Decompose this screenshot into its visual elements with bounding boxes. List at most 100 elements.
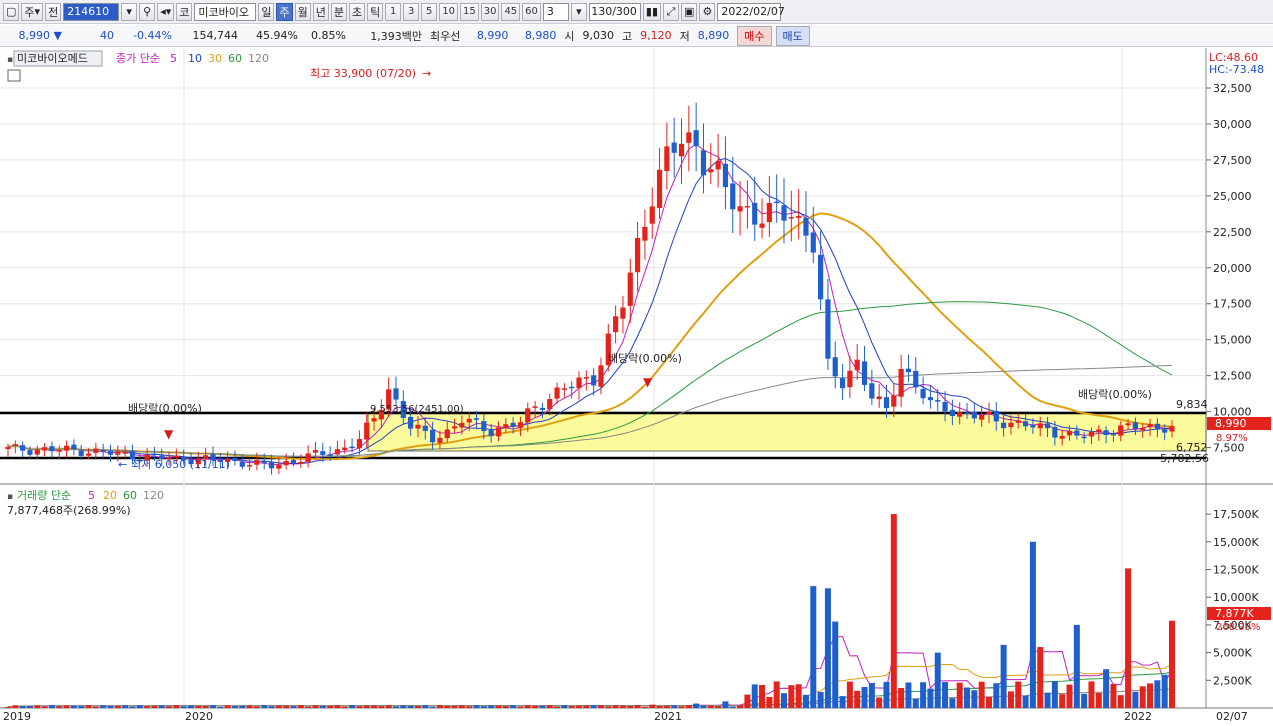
candle-body [583,377,589,379]
speaker-icon[interactable]: ◂▾ [157,2,175,21]
dividend-marker-1: ▼ [164,427,174,441]
interval-select[interactable]: 3 [542,2,569,21]
volume-ratio: 45.94% [256,29,298,42]
panel-menu-icon[interactable]: ▪ [7,55,13,65]
volume-bar [532,705,539,708]
ma10-legend: 10 [188,52,202,65]
candle-body [49,446,55,452]
interval-dropdown-icon[interactable]: ▾ [570,2,587,21]
candle-body [913,370,919,388]
dividend-marker-2: ▼ [643,375,653,389]
candle-body [34,449,40,455]
interval-15[interactable]: 15 [459,2,479,21]
volume-bar [766,696,773,708]
candle-body [942,402,948,412]
buy-button[interactable]: 매수 [737,25,772,46]
candle-body [78,450,84,456]
volume-bar [78,706,85,708]
period-tick[interactable]: 틱 [367,2,384,21]
candle-body [63,445,70,451]
volume-tick-label: 17,500K [1213,508,1259,521]
code-input[interactable]: 214610 [63,2,120,21]
high-annotation: 최고 33,900 (07/20) [310,67,416,80]
volume-bar [502,706,509,708]
code-dropdown-icon[interactable]: ▾ [121,2,138,21]
candle-body [356,439,362,449]
sell-button[interactable]: 매도 [775,25,810,46]
candle-body [56,450,62,452]
period-second[interactable]: 초 [348,2,366,21]
period-day[interactable]: 일 [258,2,275,21]
candle-body [495,427,502,437]
period-year[interactable]: 년 [312,2,329,21]
ma30-legend: 30 [208,52,222,65]
volume-bar [722,701,729,708]
candle-body [246,465,253,467]
candle-body [847,370,853,388]
candle-body [854,359,860,371]
volume-current-value: 7,877,468주(268.99%) [7,504,131,517]
period-month[interactable]: 월 [294,2,311,21]
candle-body [832,357,838,377]
volume-bar [268,706,275,708]
volume-bar [48,705,55,708]
candle-settings-icon[interactable]: ▮▮ [642,2,662,21]
current-price: 8,990 ▼ [0,29,66,42]
candle-body [151,453,158,456]
market-select[interactable]: 주 ▾ [21,2,44,21]
stock-chart[interactable]: ▪ 미코바이오메드 종가 단순 5 10 30 60 120 LC:48.60 … [0,48,1273,726]
volume-bar [385,705,392,708]
low-label: 저 [679,29,690,43]
interval-30[interactable]: 30 [480,2,500,21]
volume-bar [473,705,480,708]
table-icon[interactable] [7,69,21,82]
volume-bar [649,704,656,708]
interval-1[interactable]: 1 [385,2,402,21]
gear-icon[interactable]: ⚙ [699,2,716,21]
candle-body [100,449,106,452]
interval-60[interactable]: 60 [522,2,541,21]
candle-body [766,203,772,223]
volume-bar [985,696,992,708]
item-button[interactable]: 코 [176,2,193,21]
candle-body [1103,430,1109,436]
vma120-legend: 120 [143,489,164,502]
date-field[interactable]: 2022/02/07 [717,2,785,21]
save-icon[interactable]: ▣ [681,2,698,21]
interval-3[interactable]: 3 [403,2,420,21]
volume-bar [136,705,143,708]
candle-body [459,422,465,428]
period-minute[interactable]: 분 [330,2,347,21]
volume-bar [802,694,809,708]
candle-body [42,447,48,451]
mode-select[interactable]: 전 [45,2,62,21]
candle-body [261,460,267,463]
volume-bar [737,705,744,708]
volume-bar [700,705,707,708]
volume-bar [956,682,963,708]
interval-5[interactable]: 5 [421,2,438,21]
window-icon[interactable]: ▢ [3,2,20,21]
crosshair-icon[interactable]: ⤢ [663,2,680,21]
candle-body [1001,422,1007,429]
price-tick-label: 20,000 [1213,262,1252,275]
search-icon[interactable]: ⚲ [139,2,156,21]
period-week[interactable]: 주 [276,2,293,21]
ma120-legend: 120 [248,52,269,65]
item-name-field[interactable]: 미코바이오 [194,2,257,21]
volume-current-pct: 268.99% [1216,622,1261,633]
interval-10[interactable]: 10 [439,2,458,21]
volume-bar [56,706,63,708]
volume-bar [568,706,575,708]
interval-45[interactable]: 45 [501,2,521,21]
turnover-percent: 0.85% [311,29,346,42]
volume-panel-menu-icon[interactable]: ▪ [7,492,13,502]
candle-body [473,418,480,420]
count-field[interactable]: 130/300 [588,2,641,21]
candle-body [305,453,311,462]
high-value: 9,120 [640,29,672,42]
price-tick-label: 32,500 [1213,82,1252,95]
volume-bar [70,705,77,708]
candle-body [268,462,275,469]
candle-body [869,383,875,399]
